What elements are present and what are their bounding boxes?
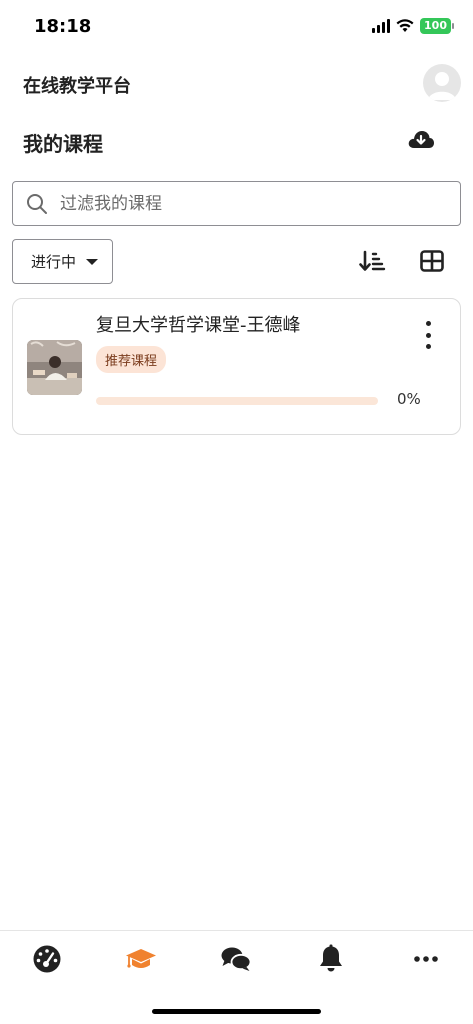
user-avatar-icon [428,72,456,100]
signal-icon [372,19,391,33]
course-card[interactable]: 复旦大学哲学课堂-王德峰 推荐课程 0% [12,298,461,435]
more-vertical-icon [425,321,431,326]
cloud-download-icon [408,131,434,148]
more-icon [414,956,438,962]
home-indicator [152,1009,321,1014]
page-title: 我的课程 [23,132,103,156]
download-button[interactable] [407,128,435,152]
chat-icon [221,947,252,971]
recommended-badge: 推荐课程 [96,346,167,373]
search-input[interactable] [60,193,420,214]
course-progress-text: 0% [397,390,421,408]
nav-more[interactable] [406,943,446,975]
nav-notifications[interactable] [311,943,351,975]
nav-dashboard[interactable] [27,943,67,975]
dashboard-icon [33,945,61,973]
course-name[interactable]: 复旦大学哲学课堂-王德峰 [96,311,301,337]
section-title-row: 我的课程 [0,120,473,164]
grid-view-icon [420,250,444,272]
status-filter-label: 进行中 [31,253,77,271]
search-icon [27,193,47,214]
status-time: 18:18 [34,16,92,37]
app-title: 在线教学平台 [23,76,131,97]
sort-button[interactable] [358,248,386,274]
sort-descending-icon [359,250,386,271]
status-bar: 18:18 100 [0,0,473,56]
course-progress-bar [96,397,378,405]
grid-view-button[interactable] [418,248,446,274]
battery-indicator: 100 [420,18,454,34]
course-options-button[interactable] [422,321,434,349]
avatar[interactable] [423,64,461,102]
status-icons: 100 [372,18,454,34]
status-filter-select[interactable]: 进行中 [12,239,113,284]
course-thumbnail[interactable] [27,340,82,395]
nav-my-courses[interactable] [121,943,161,975]
wifi-icon [396,19,414,33]
graduation-cap-icon [126,949,156,968]
caret-down-icon [86,258,99,265]
app-header: 在线教学平台 [0,60,473,108]
nav-messages[interactable] [216,943,256,975]
course-thumbnail-image [27,340,82,395]
bell-icon [320,944,342,972]
search-box[interactable] [12,181,461,226]
